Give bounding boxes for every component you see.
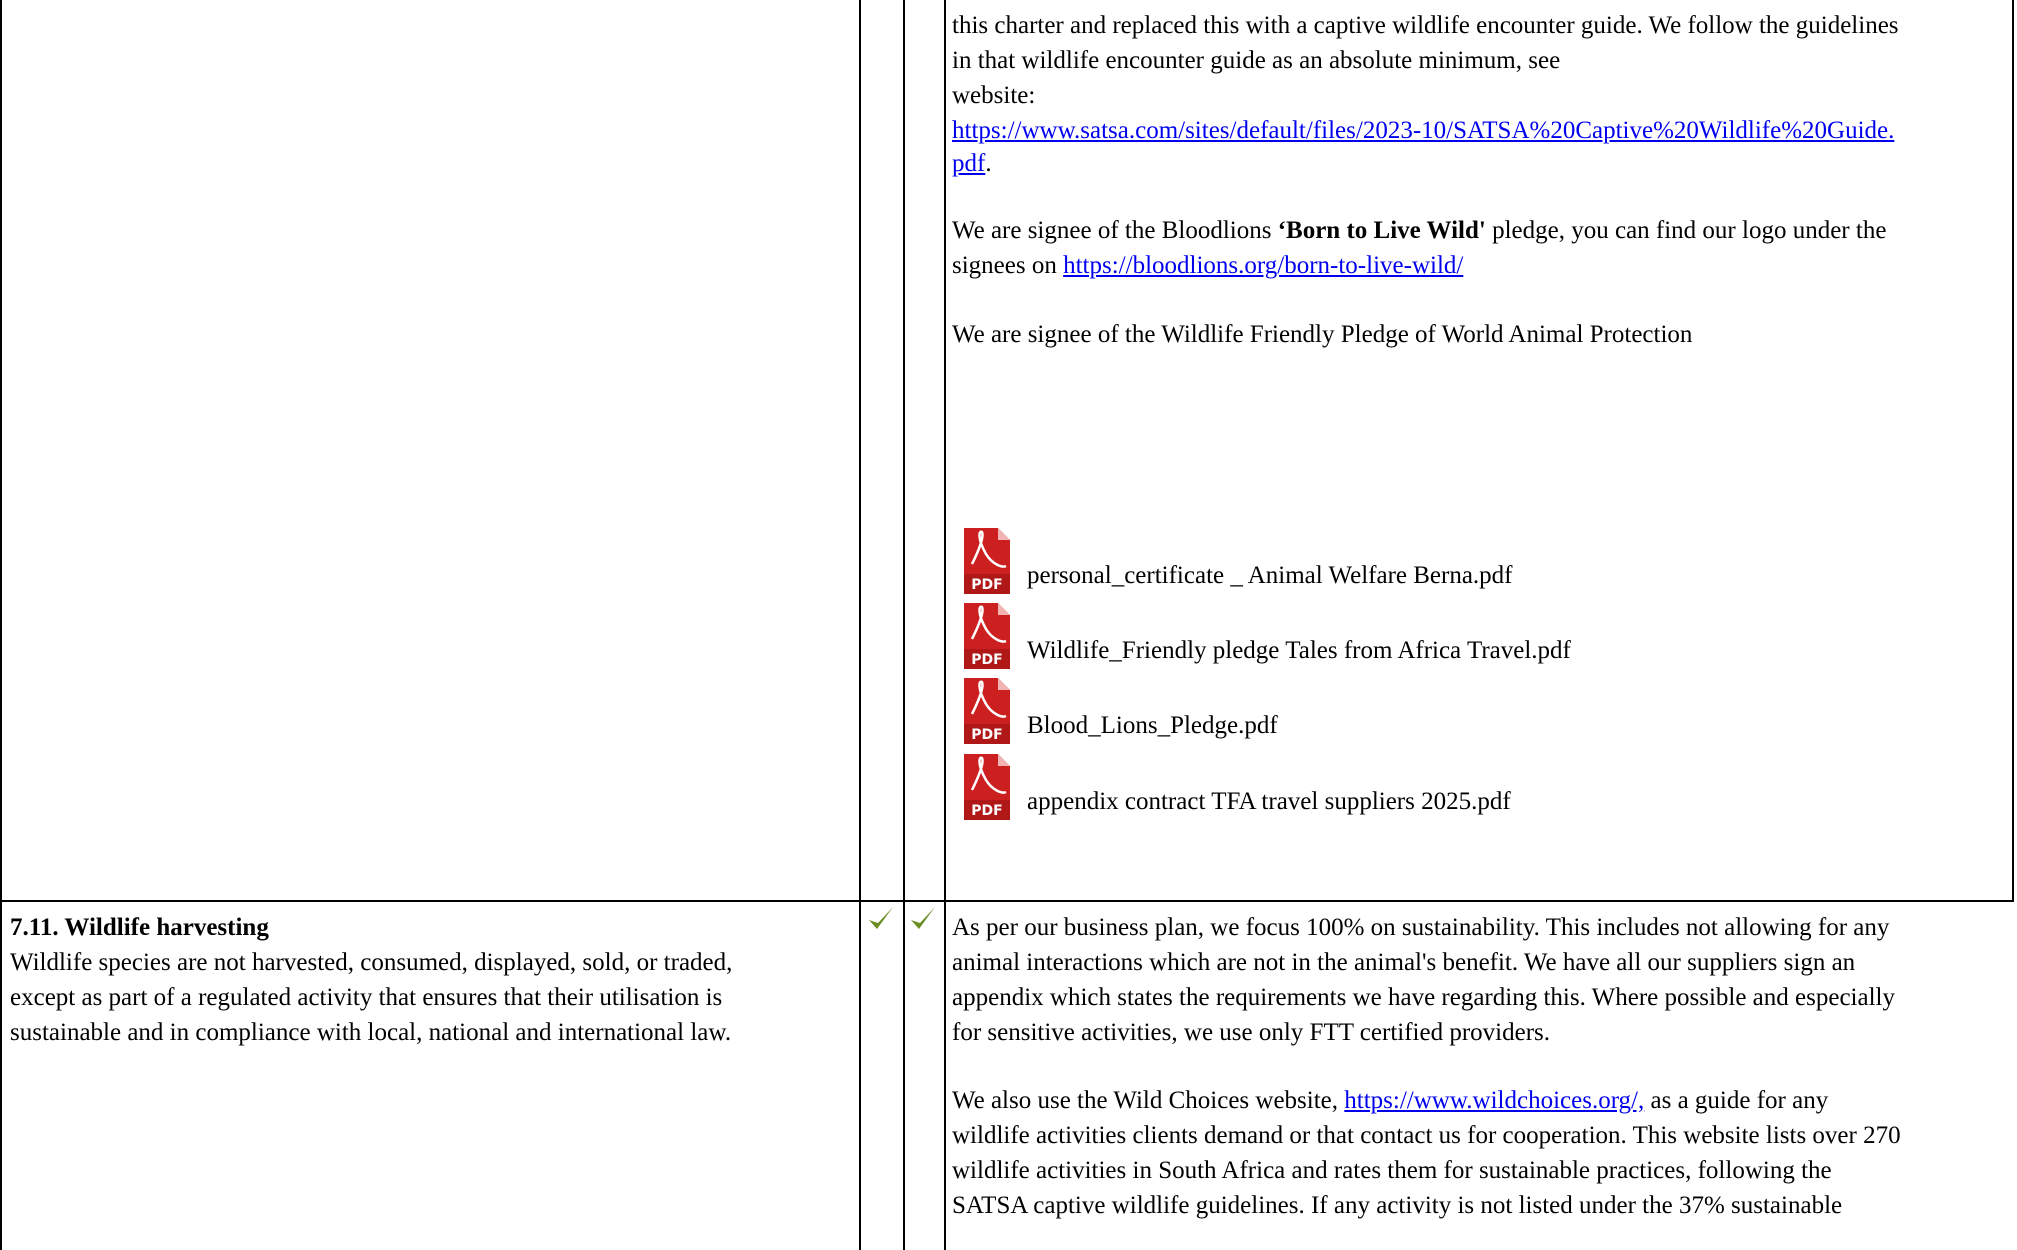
attachment-item[interactable]: PDF personal_certificate _ Animal Welfar… (962, 523, 1513, 599)
svg-text:PDF: PDF (971, 577, 1002, 593)
attachment-item[interactable]: PDF Wildlife_Friendly pledge Tales from … (962, 598, 1571, 674)
bloodlions-link[interactable]: https://bloodlions.org/born-to-live-wild… (1063, 252, 1463, 279)
satsa-guide-link-text[interactable]: pdf (952, 150, 985, 177)
pdf-file-icon[interactable]: PDF (962, 603, 1012, 669)
text: signees on (952, 252, 1064, 279)
satsa-guide-link[interactable]: https://www.satsa.com/sites/default/file… (952, 113, 1894, 148)
response-text: wildlife activities clients demand or th… (952, 1122, 1901, 1149)
column-divider (903, 0, 905, 1250)
punctuation: . (985, 150, 992, 177)
svg-text:PDF: PDF (971, 652, 1002, 668)
response-text: SATSA captive wildlife guidelines. If an… (952, 1192, 1843, 1219)
pdf-file-icon[interactable]: PDF (962, 678, 1012, 744)
response-text: appendix which states the requirements w… (952, 984, 1895, 1011)
text: We also use the Wild Choices website, (952, 1087, 1345, 1114)
criterion-description: sustainable and in compliance with local… (10, 1019, 732, 1046)
response-text: animal interactions which are not in the… (952, 949, 1856, 976)
wap-pledge-text: We are signee of the Wildlife Friendly P… (952, 321, 1693, 348)
text: We are signee of the Bloodlions (952, 217, 1278, 244)
response-text: for sensitive activities, we use only FT… (952, 1019, 1550, 1046)
wildchoices-link[interactable]: https://www.wildchoices.org/, (1344, 1087, 1644, 1114)
checkmark-icon (869, 907, 893, 929)
pdf-file-icon[interactable]: PDF (962, 528, 1012, 594)
attachment-item[interactable]: PDF Blood_Lions_Pledge.pdf (962, 673, 1278, 749)
criterion-description: except as part of a regulated activity t… (10, 984, 723, 1011)
table-border-right (2012, 0, 2014, 902)
satsa-guide-link-cont[interactable]: pdf. (952, 146, 992, 181)
attachment-name[interactable]: Blood_Lions_Pledge.pdf (1027, 712, 1278, 740)
satsa-guide-link-text[interactable]: https://www.satsa.com/sites/default/file… (952, 117, 1894, 144)
svg-text:PDF: PDF (971, 727, 1002, 743)
response-text: wildlife activities in South Africa and … (952, 1157, 1832, 1184)
bloodlions-pledge-text: signees on https://bloodlions.org/born-t… (952, 248, 1463, 283)
column-divider (944, 0, 946, 1250)
response-text: in that wildlife encounter guide as an a… (952, 47, 1561, 74)
row-divider (0, 900, 2014, 902)
criterion-description: Wildlife species are not harvested, cons… (10, 949, 733, 976)
checkmark-icon (911, 907, 935, 929)
response-text: As per our business plan, we focus 100% … (952, 914, 1890, 941)
column-divider (859, 0, 861, 1250)
pledge-name: ‘Born to Live Wild' (1277, 217, 1486, 244)
attachment-name[interactable]: Wildlife_Friendly pledge Tales from Afri… (1027, 637, 1571, 665)
text: pledge, you can find our logo under the (1485, 217, 1887, 244)
text: as a guide for any (1644, 1087, 1829, 1114)
response-text: website: (952, 82, 1036, 109)
attachment-name[interactable]: appendix contract TFA travel suppliers 2… (1027, 788, 1511, 816)
attachment-name[interactable]: personal_certificate _ Animal Welfare Be… (1027, 562, 1513, 590)
svg-text:PDF: PDF (971, 803, 1002, 819)
pdf-file-icon[interactable]: PDF (962, 754, 1012, 820)
response-text: We also use the Wild Choices website, ht… (952, 1083, 1828, 1118)
criterion-title: 7.11. Wildlife harvesting (10, 914, 269, 941)
response-text: this charter and replaced this with a ca… (952, 12, 1899, 39)
attachment-item[interactable]: PDF appendix contract TFA travel supplie… (962, 749, 1511, 825)
table-border-left (0, 0, 2, 1250)
bloodlions-pledge-text: We are signee of the Bloodlions ‘Born to… (952, 213, 1886, 248)
